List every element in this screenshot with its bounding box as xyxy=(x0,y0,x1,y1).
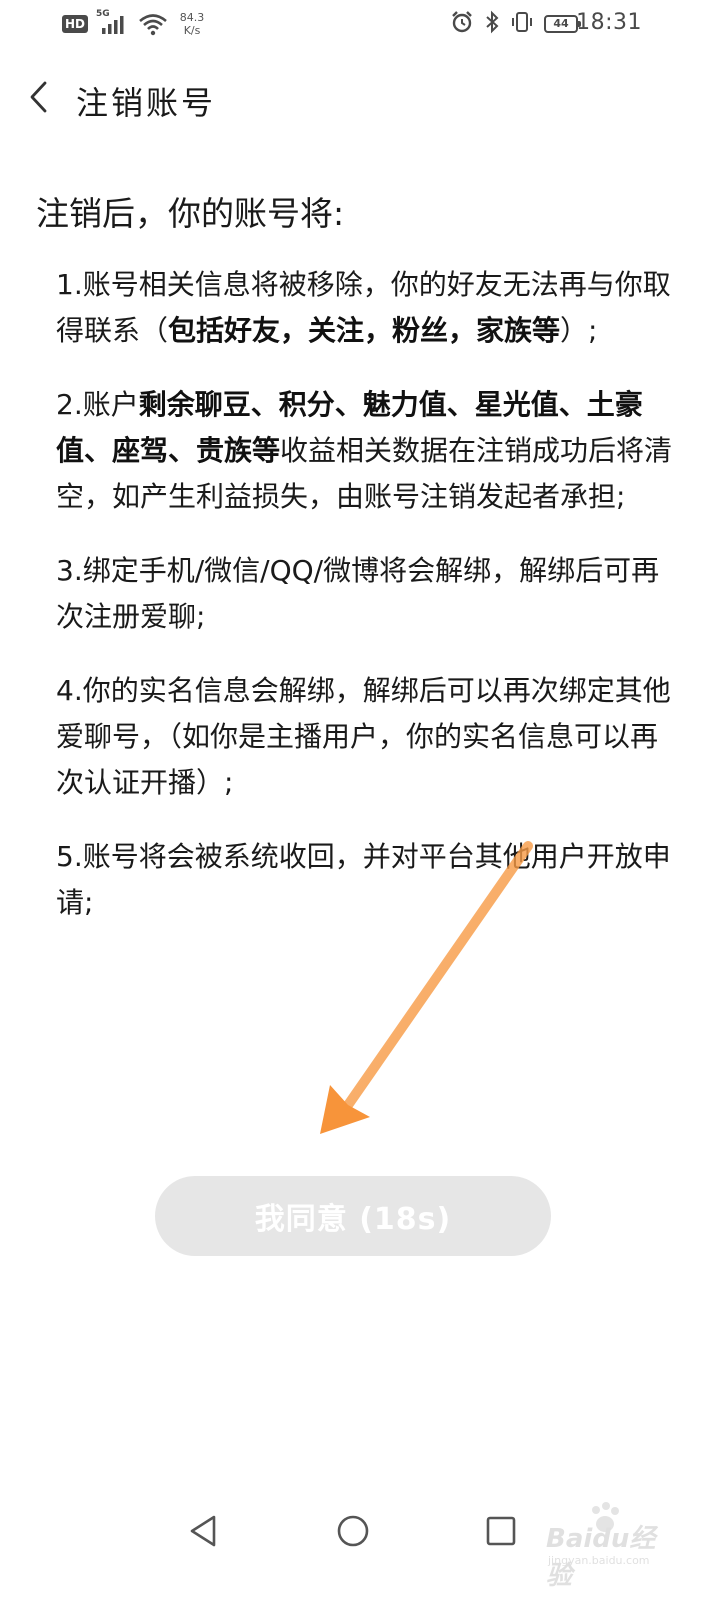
rule-item: 4.你的实名信息会解绑，解绑后可以再次绑定其他爱聊号，（如你是主播用户，你的实名… xyxy=(56,668,676,806)
rule-text: 2.账户 xyxy=(56,388,139,421)
network-speed-value: 84.3 xyxy=(179,11,205,24)
rule-item: 5.账号将会被系统收回，并对平台其他用户开放申请; xyxy=(56,834,676,926)
cellular-signal-icon: 5G xyxy=(96,9,130,37)
recents-square-icon xyxy=(486,1516,516,1546)
clock: 18:31 xyxy=(576,10,642,35)
deactivation-notice: 注销后，你的账号将: 1.账号相关信息将被移除，你的好友无法再与你取得联系（包括… xyxy=(36,186,676,954)
title-bar: 注销账号 xyxy=(0,64,720,130)
alarm-icon xyxy=(450,10,474,38)
rule-text: 3.绑定手机/微信/QQ/微博将会解绑，解绑后可再次注册爱聊; xyxy=(56,554,660,633)
agree-button[interactable]: 我同意 (18s) xyxy=(155,1176,551,1256)
rules-list: 1.账号相关信息将被移除，你的好友无法再与你取得联系（包括好友，关注，粉丝，家族… xyxy=(36,262,676,926)
screen: HD 5G 84.3 K/s 44 18:31 注销账号 注销后，你的账号将: … xyxy=(0,0,720,1600)
nav-recents-button[interactable] xyxy=(478,1508,524,1554)
rule-text: 4.你的实名信息会解绑，解绑后可以再次绑定其他爱聊号，（如你是主播用户，你的实名… xyxy=(56,674,671,799)
battery-icon: 44 xyxy=(544,15,581,33)
back-button[interactable] xyxy=(18,74,58,120)
status-bar-left: HD 5G 84.3 K/s xyxy=(62,8,210,40)
back-triangle-icon xyxy=(190,1515,216,1547)
status-bar: HD 5G 84.3 K/s 44 18:31 xyxy=(0,0,720,48)
vibrate-icon xyxy=(510,10,534,38)
home-circle-icon xyxy=(337,1515,369,1547)
hd-badge: HD xyxy=(62,15,89,33)
bluetooth-icon xyxy=(484,10,500,38)
watermark-sub: jingyan.baidu.com xyxy=(548,1554,650,1567)
rule-text: ）; xyxy=(560,314,598,347)
status-bar-right: 44 xyxy=(440,8,581,40)
network-speed: 84.3 K/s xyxy=(174,11,210,37)
wifi-icon xyxy=(138,12,168,36)
watermark-logo: Baidu经验 jingyan.baidu.com xyxy=(540,1500,680,1591)
rule-text: 5.账号将会被系统收回，并对平台其他用户开放申请; xyxy=(56,840,671,919)
nav-back-button[interactable] xyxy=(180,1508,226,1554)
rule-item: 1.账号相关信息将被移除，你的好友无法再与你取得联系（包括好友，关注，粉丝，家族… xyxy=(56,262,676,354)
rule-emphasis: 包括好友，关注，粉丝，家族等 xyxy=(168,314,561,347)
chevron-left-icon xyxy=(30,81,47,113)
page-title: 注销账号 xyxy=(76,84,217,122)
network-speed-unit: K/s xyxy=(183,24,201,37)
rule-item: 3.绑定手机/微信/QQ/微博将会解绑，解绑后可再次注册爱聊; xyxy=(56,548,676,640)
rule-item: 2.账户剩余聊豆、积分、魅力值、星光值、土豪值、座驾、贵族等收益相关数据在注销成… xyxy=(56,382,676,520)
intro-text: 注销后，你的账号将: xyxy=(36,194,345,233)
nav-home-button[interactable] xyxy=(330,1508,376,1554)
